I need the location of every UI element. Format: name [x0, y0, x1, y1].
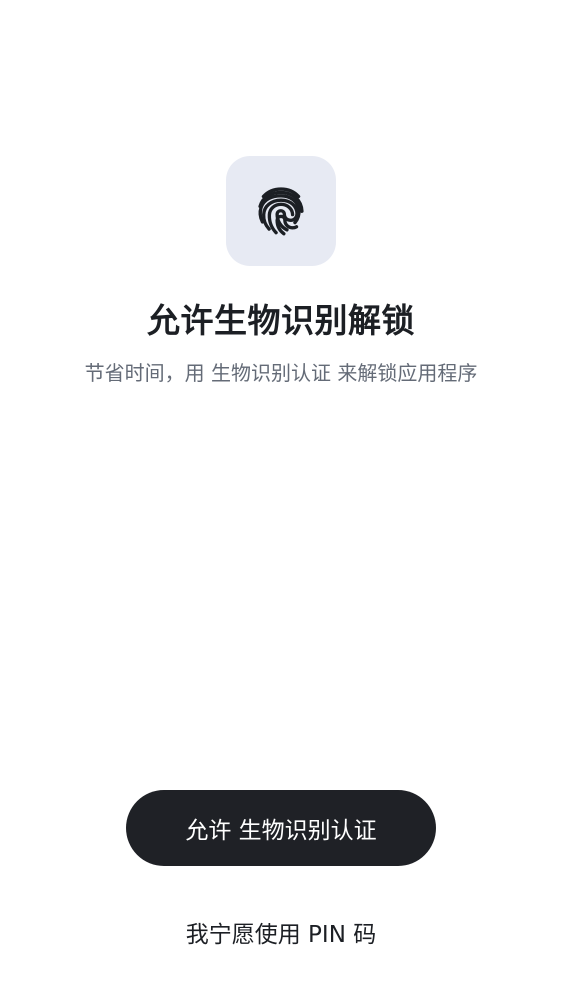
page-subtitle: 节省时间，用 生物识别认证 来解锁应用程序 — [84, 361, 478, 385]
allow-biometric-button-label: 允许 生物识别认证 — [185, 818, 377, 844]
page-title: 允许生物识别解锁 — [147, 301, 415, 340]
fingerprint-icon-tile — [226, 156, 336, 266]
allow-biometric-button[interactable]: 允许 生物识别认证 — [126, 790, 436, 866]
fingerprint-icon — [258, 187, 304, 236]
use-pin-link[interactable]: 我宁愿使用 PIN 码 — [0, 915, 562, 949]
